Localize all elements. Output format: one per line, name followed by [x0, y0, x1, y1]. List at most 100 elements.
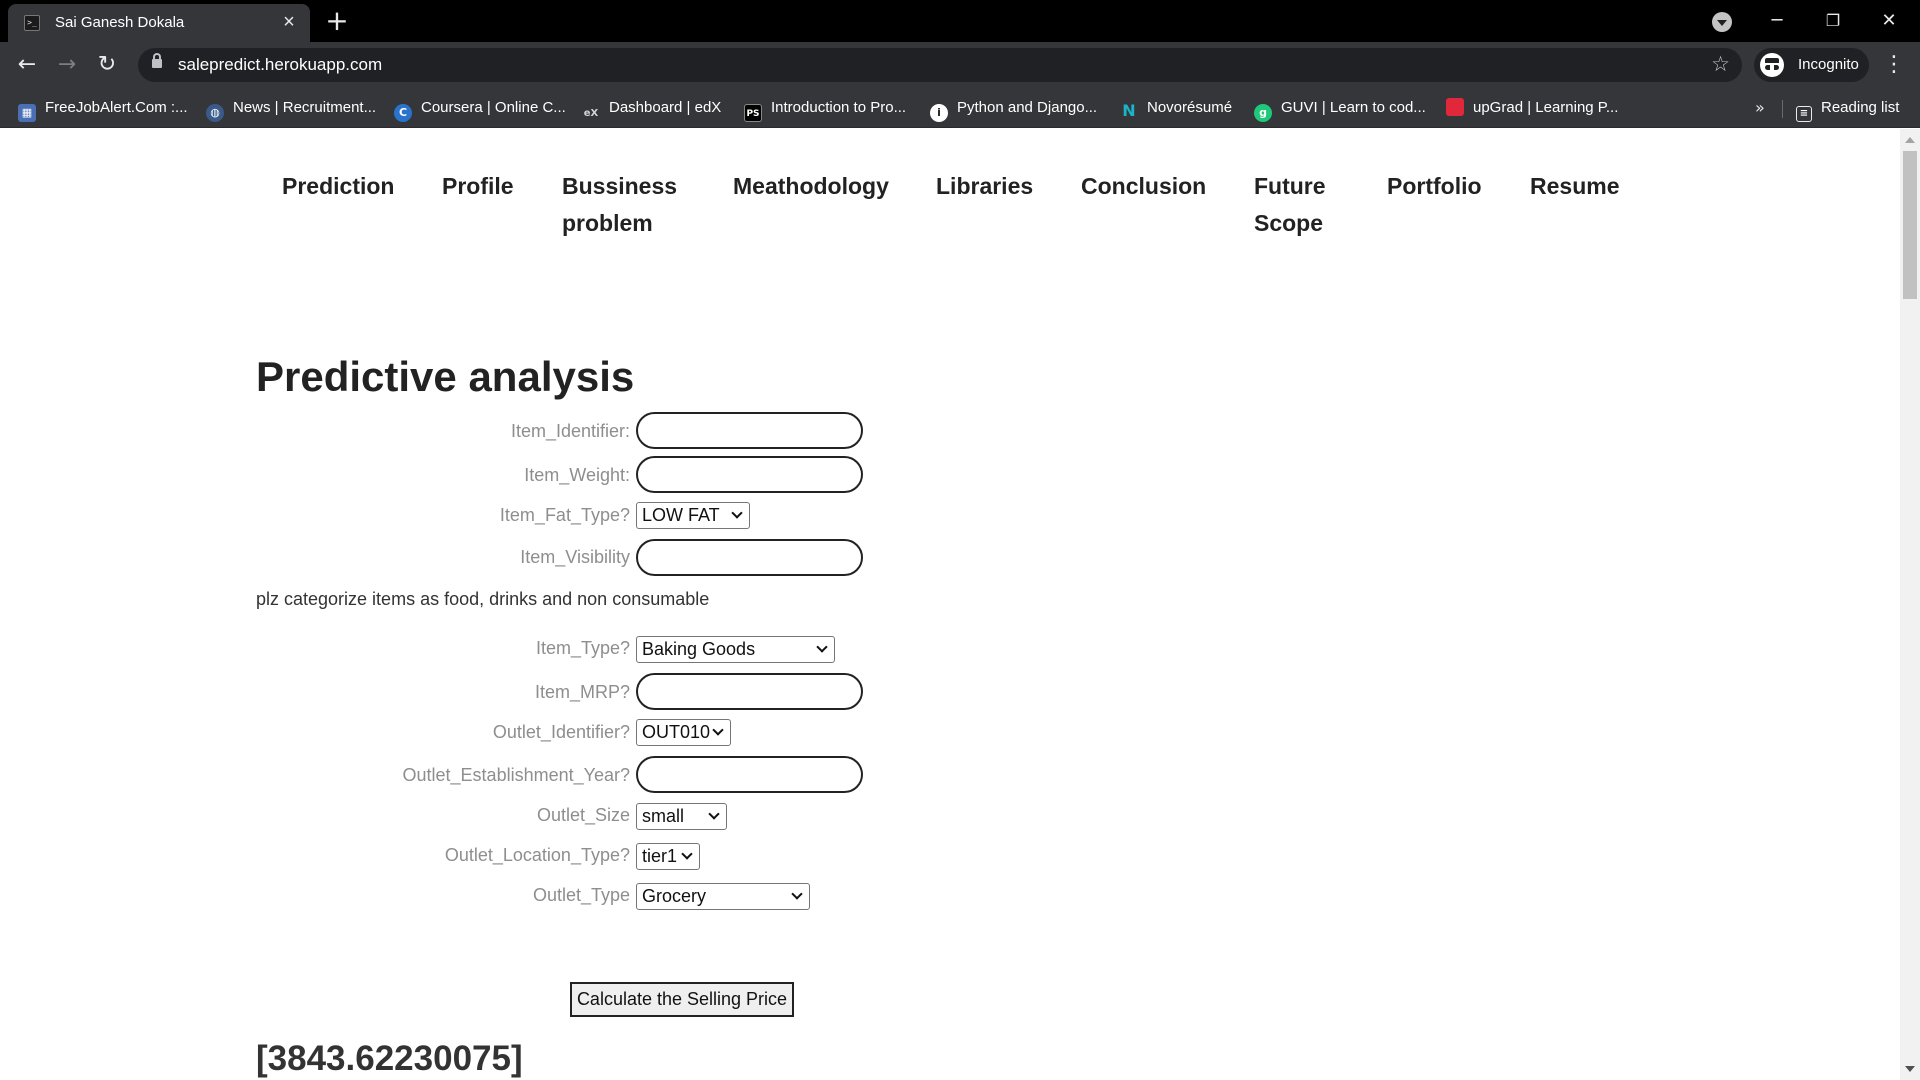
- page-title: Predictive analysis: [256, 353, 635, 400]
- bookmark-label: GUVI | Learn to cod...: [1281, 99, 1426, 116]
- bookmark-item[interactable]: C Coursera | Online C...: [394, 96, 566, 122]
- tab-title: Sai Ganesh Dokala: [55, 14, 185, 31]
- page-viewport: Prediction Profile Bussiness problem Meat…: [0, 129, 1900, 1080]
- bookmark-item[interactable]: i Python and Django...: [930, 96, 1097, 122]
- nav-libraries[interactable]: Libraries: [936, 168, 1033, 205]
- bookmark-label: Dashboard | edX: [609, 99, 722, 116]
- outlet-size-value: small: [642, 806, 685, 826]
- lock-icon[interactable]: [152, 53, 162, 68]
- bookmark-item[interactable]: g GUVI | Learn to cod...: [1254, 96, 1426, 122]
- item-visibility-label: Item_Visibility: [520, 547, 630, 567]
- item-identifier-label: Item_Identifier:: [510, 421, 630, 441]
- bookmark-item[interactable]: ◍ News | Recruitment...: [206, 96, 376, 122]
- back-arrow-icon[interactable]: ←: [12, 50, 42, 80]
- item-identifier-input[interactable]: [636, 412, 863, 449]
- novoresume-icon: N: [1122, 101, 1136, 120]
- kebab-menu-icon[interactable]: ⋮: [1880, 52, 1908, 80]
- nav-business-problem[interactable]: Bussiness problem: [562, 168, 677, 242]
- item-mrp-input[interactable]: [636, 673, 863, 710]
- freejobalert-icon: ▦: [18, 104, 36, 122]
- outlet-size-select[interactable]: small: [636, 803, 727, 830]
- nav-profile[interactable]: Profile: [442, 168, 514, 205]
- item-type-value: Baking Goods: [642, 639, 756, 659]
- close-tab-icon[interactable]: ×: [278, 11, 300, 33]
- bookmark-star-icon[interactable]: ☆: [1711, 52, 1730, 76]
- outlet-establishment-year-input[interactable]: [636, 756, 863, 793]
- bookmark-item[interactable]: upGrad | Learning P...: [1446, 96, 1618, 120]
- chevron-down-icon: [731, 507, 743, 519]
- globe-icon: ◍: [206, 104, 224, 122]
- incognito-icon: [1760, 53, 1784, 77]
- chevron-down-icon: [816, 641, 828, 653]
- new-tab-button[interactable]: +: [322, 6, 352, 36]
- prediction-result: [3843.62230075]: [256, 1039, 523, 1078]
- chevron-down-icon: [712, 724, 724, 736]
- reload-icon[interactable]: ↻: [92, 50, 122, 80]
- item-fat-type-label: Item_Fat_Type?: [499, 505, 630, 525]
- item-visibility-input[interactable]: [636, 539, 863, 576]
- restore-icon[interactable]: ❐: [1810, 6, 1856, 36]
- outlet-type-value: Grocery: [642, 886, 707, 906]
- incognito-badge[interactable]: Incognito: [1754, 48, 1869, 82]
- item-weight-label: Item_Weight:: [524, 465, 630, 485]
- bookmark-item[interactable]: eX Dashboard | edX: [582, 96, 722, 123]
- item-fat-type-select[interactable]: LOW FAT: [636, 502, 750, 529]
- browser-tab[interactable]: >_ Sai Ganesh Dokala ×: [8, 4, 310, 42]
- outlet-location-type-select[interactable]: tier1: [636, 843, 700, 870]
- nav-prediction[interactable]: Prediction: [282, 168, 394, 205]
- outlet-identifier-value: OUT010: [642, 722, 711, 742]
- outlet-identifier-select[interactable]: OUT010: [636, 719, 731, 746]
- more-bookmarks-icon[interactable]: »: [1755, 96, 1765, 120]
- outlet-location-type-value: tier1: [642, 846, 678, 866]
- vertical-scrollbar[interactable]: [1900, 129, 1920, 1080]
- pycharm-icon: PS: [744, 104, 762, 122]
- nav-methodology[interactable]: Meathodology: [733, 168, 889, 205]
- browser-toolbar: ← → ↻ salepredict.herokuapp.com ☆ Incogn…: [0, 42, 1920, 88]
- bookmark-item[interactable]: N Novorésumé: [1120, 96, 1232, 120]
- scroll-up-arrow-icon[interactable]: [1905, 137, 1915, 143]
- top-nav: Prediction Profile Bussiness problem Meat…: [0, 129, 1900, 269]
- scrollbar-thumb[interactable]: [1903, 151, 1917, 299]
- bookmarks-bar: ▦ FreeJobAlert.Com :... ◍ News | Recruitme…: [0, 88, 1920, 128]
- scroll-down-arrow-icon[interactable]: [1905, 1066, 1915, 1072]
- url-text: salepredict.herokuapp.com: [178, 55, 383, 74]
- bookmark-label: FreeJobAlert.Com :...: [45, 99, 188, 116]
- item-type-label: Item_Type?: [535, 638, 630, 658]
- bookmarks-divider: [1782, 100, 1783, 118]
- nav-portfolio[interactable]: Portfolio: [1387, 168, 1482, 205]
- nav-conclusion[interactable]: Conclusion: [1081, 168, 1206, 205]
- outlet-size-label: Outlet_Size: [536, 805, 630, 825]
- browser-tab-bar: >_ Sai Ganesh Dokala × + ─ ❐ ✕: [0, 0, 1920, 42]
- info-icon: i: [930, 104, 948, 122]
- nav-resume[interactable]: Resume: [1530, 168, 1619, 205]
- outlet-type-label: Outlet_Type: [532, 885, 630, 905]
- minimize-icon[interactable]: ─: [1754, 6, 1800, 36]
- outlet-type-select[interactable]: Grocery: [636, 883, 810, 910]
- upgrad-icon: [1446, 98, 1464, 116]
- bookmark-label: Introduction to Pro...: [771, 99, 907, 116]
- item-type-select[interactable]: Baking Goods: [636, 636, 835, 663]
- chevron-down-icon: [708, 808, 720, 820]
- bookmark-item[interactable]: ▦ FreeJobAlert.Com :...: [18, 96, 188, 122]
- chevron-down-icon: [791, 888, 803, 900]
- bookmark-label: upGrad | Learning P...: [1473, 99, 1619, 116]
- terminal-favicon-icon: >_: [24, 15, 40, 31]
- reading-list-button[interactable]: ≡ Reading list: [1796, 96, 1899, 122]
- incognito-label: Incognito: [1798, 56, 1859, 73]
- calculate-selling-price-button[interactable]: Calculate the Selling Price: [570, 982, 794, 1017]
- bookmark-item[interactable]: PS Introduction to Pro...: [744, 96, 907, 122]
- nav-future-scope[interactable]: Future Scope: [1254, 168, 1326, 242]
- outlet-identifier-label: Outlet_Identifier?: [492, 722, 630, 742]
- outlet-location-type-label: Outlet_Location_Type?: [444, 845, 630, 865]
- edx-icon: eX: [582, 105, 600, 123]
- item-weight-input[interactable]: [636, 456, 863, 493]
- outlet-establishment-year-label: Outlet_Establishment_Year?: [402, 765, 630, 785]
- bookmark-label: Coursera | Online C...: [421, 99, 566, 116]
- forward-arrow-icon[interactable]: →: [52, 50, 82, 80]
- chevron-down-icon: [681, 848, 693, 860]
- item-mrp-label: Item_MRP?: [534, 682, 630, 702]
- guvi-icon: g: [1254, 104, 1272, 122]
- address-bar[interactable]: salepredict.herokuapp.com ☆: [138, 48, 1742, 82]
- tab-search-icon[interactable]: [1712, 12, 1732, 32]
- close-window-icon[interactable]: ✕: [1866, 6, 1912, 36]
